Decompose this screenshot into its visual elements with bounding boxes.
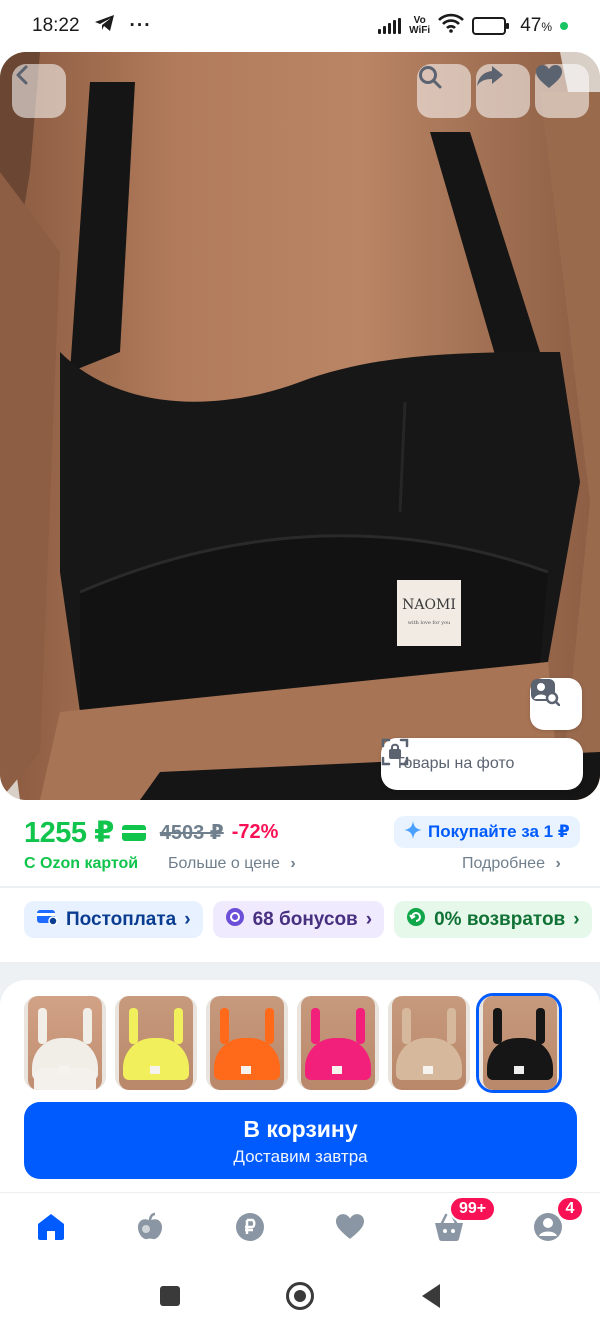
- color-variant-orange[interactable]: [206, 996, 288, 1090]
- ruble-coin-icon: [235, 1212, 265, 1247]
- wifi-icon: [438, 13, 465, 39]
- price-current: 1255 ₽: [24, 817, 114, 849]
- chevron-right-icon: ›: [573, 908, 580, 930]
- more-about-price-link[interactable]: Больше о цене ›: [168, 855, 296, 873]
- color-variant-white[interactable]: [24, 996, 106, 1090]
- battery-percent: 47%: [520, 15, 552, 36]
- postpay-label: Постоплата: [66, 908, 177, 930]
- nav-fresh[interactable]: [130, 1209, 170, 1249]
- back-button[interactable]: [12, 64, 66, 118]
- more-notifications-icon: ···: [129, 15, 152, 36]
- nav-home[interactable]: [31, 1209, 71, 1249]
- product-photo[interactable]: NAOMI with love for you Товары на фото: [0, 52, 600, 800]
- apple-icon: [135, 1212, 165, 1247]
- add-to-cart-button[interactable]: В корзину Доставим завтра: [24, 1102, 577, 1179]
- chevron-right-icon: ›: [184, 908, 191, 930]
- ozon-card-icon: [121, 824, 146, 841]
- telegram-icon: [94, 13, 116, 39]
- favorite-button[interactable]: [535, 64, 589, 118]
- sparkle-icon: [404, 820, 422, 844]
- returns-label: 0% возвратов: [434, 908, 566, 930]
- profile-badge: 4: [556, 1196, 584, 1222]
- discount-badge: -72%: [231, 821, 279, 843]
- bonuses-chip[interactable]: 68 бонусов ›: [212, 901, 385, 938]
- status-bar: 18:22 ··· Vo WiFi 47%: [0, 0, 600, 52]
- nav-favorites[interactable]: [330, 1209, 370, 1249]
- heart-icon: [334, 1213, 366, 1246]
- details-label: Подробнее: [462, 855, 545, 872]
- home-system-button[interactable]: [286, 1282, 314, 1310]
- price-row: 1255 ₽ 4503 ₽ -72%: [24, 815, 278, 850]
- chevron-right-icon: ›: [555, 855, 561, 872]
- system-navigation-bar: [0, 1262, 600, 1333]
- back-system-button[interactable]: [422, 1284, 440, 1308]
- color-variants: [24, 993, 562, 1093]
- share-button[interactable]: [476, 64, 530, 118]
- items-in-photo-button[interactable]: Товары на фото: [381, 738, 583, 790]
- nav-finance[interactable]: [230, 1209, 270, 1249]
- garment-tagline-label: with love for you: [407, 620, 451, 626]
- return-arrow-icon: [406, 907, 426, 933]
- color-variant-beige[interactable]: [388, 996, 470, 1090]
- postpay-card-icon: [36, 908, 58, 932]
- signal-icon: [378, 18, 402, 34]
- bonus-coin-icon: [225, 907, 245, 933]
- recent-apps-button[interactable]: [160, 1286, 180, 1306]
- items-in-photo-label: Товары на фото: [395, 755, 515, 772]
- status-time: 18:22: [32, 15, 80, 36]
- postpay-chip[interactable]: Постоплата ›: [24, 901, 203, 938]
- color-variant-black[interactable]: [476, 993, 562, 1093]
- delivery-label: Доставим завтра: [233, 1147, 368, 1166]
- battery-icon: [472, 17, 510, 35]
- bonuses-label: 68 бонусов: [252, 908, 358, 930]
- returns-chip[interactable]: 0% возвратов ›: [394, 901, 592, 938]
- product-image: [0, 52, 600, 800]
- buy-for-1-rub-chip[interactable]: Покупайте за 1 ₽: [394, 816, 580, 848]
- more-about-price-label: Больше о цене: [168, 855, 280, 872]
- bottom-nav: [0, 1192, 600, 1262]
- search-button[interactable]: [417, 64, 471, 118]
- chevron-right-icon: ›: [290, 855, 296, 872]
- privacy-indicator: [560, 22, 568, 30]
- add-to-cart-label: В корзину: [243, 1116, 358, 1142]
- buy-for-1-rub-label: Покупайте за 1 ₽: [428, 822, 570, 841]
- color-variant-pink[interactable]: [297, 996, 379, 1090]
- color-variant-yellow[interactable]: [115, 996, 197, 1090]
- price-old: 4503 ₽: [159, 822, 224, 844]
- visual-search-button[interactable]: [530, 678, 582, 730]
- cart-badge: 99+: [449, 1196, 497, 1222]
- vowifi-label: Vo WiFi: [409, 15, 431, 36]
- chevron-right-icon: ›: [365, 908, 373, 930]
- details-link[interactable]: Подробнее ›: [462, 855, 561, 873]
- benefit-chips: Постоплата › 68 бонусов › 0% возвратов ›: [24, 901, 592, 938]
- divider: [0, 886, 600, 888]
- garment-brand-label: NAOMI: [402, 597, 456, 613]
- ozon-card-note: С Ozon картой: [24, 855, 139, 872]
- home-icon: [35, 1212, 67, 1247]
